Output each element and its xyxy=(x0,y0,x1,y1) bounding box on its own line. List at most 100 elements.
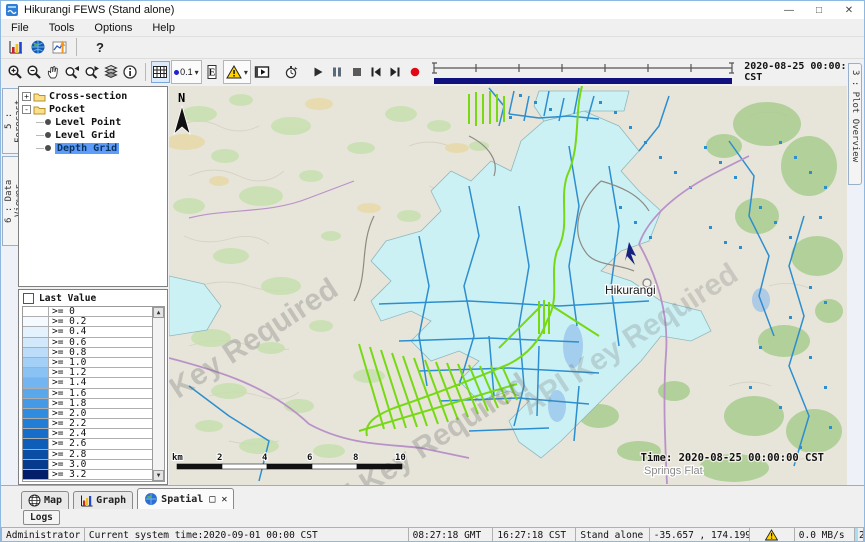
grid-display-button[interactable] xyxy=(151,61,170,83)
status-memory[interactable]: 2.5 GB xyxy=(854,527,864,542)
legend-scrollbar[interactable]: ▲ ▼ xyxy=(152,307,164,481)
chevron-down-icon: ▾ xyxy=(195,68,199,77)
tab-map[interactable]: Map xyxy=(21,491,69,509)
play-button[interactable] xyxy=(309,61,328,83)
collapse-toggle-icon[interactable]: - xyxy=(22,105,31,114)
timeseries-dialog-button[interactable] xyxy=(49,36,71,58)
go-to-start-button[interactable] xyxy=(366,61,385,83)
tree-leaf-level-point[interactable]: Level Point xyxy=(36,116,167,128)
skip-to-start-icon xyxy=(369,65,383,79)
legend-row[interactable]: >= 0.2 xyxy=(23,317,152,327)
tree-leaf-depth-grid[interactable]: Depth Grid xyxy=(36,142,167,154)
legend-row[interactable]: >= 3.0 xyxy=(23,460,152,470)
thresholds-dropdown[interactable]: ▾ xyxy=(223,60,251,84)
legend-row[interactable]: >= 1.2 xyxy=(23,368,152,378)
legend-row-label: >= 0.6 xyxy=(49,338,89,347)
status-warning-cell[interactable] xyxy=(749,527,794,542)
legend-row[interactable]: >= 3.2 xyxy=(23,470,152,480)
menu-help[interactable]: Help xyxy=(142,22,185,34)
legend-row-label: >= 2.6 xyxy=(49,439,89,448)
timeline-slider[interactable] xyxy=(430,61,736,84)
tab-maximize-icon[interactable]: □ xyxy=(209,494,215,505)
pause-button[interactable] xyxy=(328,61,347,83)
help-button[interactable]: ? xyxy=(96,40,104,55)
map-display-button[interactable] xyxy=(27,36,49,58)
tree-leaf-label: Level Grid xyxy=(55,130,115,141)
map-toolbar: 0.1 ▾ E ▾ xyxy=(1,58,864,86)
legend-row[interactable]: >= 2.2 xyxy=(23,419,152,429)
tree-node-label: Cross-section xyxy=(49,91,127,102)
legend-row[interactable]: >= 1.0 xyxy=(23,358,152,368)
pan-button[interactable] xyxy=(44,61,63,83)
legend-row-label: >= 3.0 xyxy=(49,460,89,469)
legend-row[interactable]: >= 0.8 xyxy=(23,348,152,358)
menu-file[interactable]: File xyxy=(1,22,39,34)
legend-color-swatch xyxy=(23,399,49,408)
expand-toggle-icon[interactable]: + xyxy=(22,92,31,101)
status-mode: Stand alone xyxy=(575,527,648,542)
ruler-icon: E xyxy=(204,64,220,80)
legend-row[interactable]: >= 0 xyxy=(23,307,152,317)
zoom-out-button[interactable] xyxy=(24,61,43,83)
scale-ruler-button[interactable]: E xyxy=(203,61,222,83)
next-zoom-button[interactable] xyxy=(82,61,101,83)
previous-zoom-button[interactable] xyxy=(63,61,82,83)
zoom-in-button[interactable] xyxy=(5,61,24,83)
contour-threshold-dropdown[interactable]: 0.1 ▾ xyxy=(171,60,202,84)
scroll-down-icon[interactable]: ▼ xyxy=(153,470,164,481)
svg-text:8: 8 xyxy=(353,453,358,463)
blue-globe-icon xyxy=(144,492,158,506)
scalar-charts-button[interactable] xyxy=(5,36,27,58)
legend-row-label: >= 2.8 xyxy=(49,450,89,459)
legend-row[interactable]: >= 1.8 xyxy=(23,399,152,409)
tab-spatial[interactable]: Spatial □ ✕ xyxy=(137,488,234,509)
logs-button[interactable]: Logs xyxy=(23,510,60,525)
threshold-value: 0.1 xyxy=(180,67,193,77)
scroll-up-icon[interactable]: ▲ xyxy=(153,307,164,318)
tree-leaf-level-grid[interactable]: Level Grid xyxy=(36,129,167,141)
status-download-rate: 0.0 MB/s xyxy=(794,527,854,542)
layers-button[interactable] xyxy=(101,61,120,83)
menu-options[interactable]: Options xyxy=(84,22,142,34)
legend-color-swatch xyxy=(23,470,49,479)
legend-row-label: >= 2.4 xyxy=(49,429,89,438)
go-to-end-button[interactable] xyxy=(386,61,405,83)
legend-row[interactable]: >= 1.6 xyxy=(23,389,152,399)
legend-row-label: >= 0.4 xyxy=(49,327,89,336)
legend-row[interactable]: >= 2.8 xyxy=(23,450,152,460)
close-button[interactable]: ✕ xyxy=(834,1,864,19)
legend-row-label: >= 0.8 xyxy=(49,348,89,357)
tab-plot-overview[interactable]: 3 : Plot Overview xyxy=(848,63,862,185)
svg-text:km: km xyxy=(172,453,183,463)
tree-node-cross-section[interactable]: + Cross-section xyxy=(22,90,167,102)
tree-leaf-label-selected: Depth Grid xyxy=(55,143,119,154)
record-button[interactable] xyxy=(405,61,424,83)
animation-player-button[interactable] xyxy=(252,61,271,83)
application-window: Hikurangi FEWS (Stand alone) — □ ✕ File … xyxy=(0,0,865,542)
tree-node-pocket[interactable]: - Pocket xyxy=(22,103,167,115)
legend-row[interactable]: >= 2.6 xyxy=(23,439,152,449)
legend-row[interactable]: >= 0.4 xyxy=(23,327,152,337)
legend-row[interactable]: >= 1.4 xyxy=(23,378,152,388)
info-button[interactable] xyxy=(121,61,140,83)
legend-color-swatch xyxy=(23,429,49,438)
legend-row[interactable]: >= 2.0 xyxy=(23,409,152,419)
tree-node-label: Pocket xyxy=(49,104,85,115)
menu-tools[interactable]: Tools xyxy=(39,22,85,34)
minimize-button[interactable]: — xyxy=(774,1,804,19)
pause-icon xyxy=(330,65,344,79)
menu-bar: File Tools Options Help xyxy=(1,19,864,37)
stop-button[interactable] xyxy=(347,61,366,83)
zoom-in-icon xyxy=(7,64,23,80)
skip-to-end-icon xyxy=(388,65,402,79)
map-canvas[interactable]: Hikurangi Springs Flat API Key Required … xyxy=(169,86,847,485)
legend-color-swatch xyxy=(23,358,49,367)
legend-row[interactable]: >= 0.6 xyxy=(23,338,152,348)
last-value-checkbox[interactable] xyxy=(23,293,34,304)
export-animation-button[interactable] xyxy=(281,61,300,83)
tab-close-icon[interactable]: ✕ xyxy=(221,494,227,505)
title-bar[interactable]: Hikurangi FEWS (Stand alone) — □ ✕ xyxy=(1,1,864,19)
tab-graph[interactable]: Graph xyxy=(73,491,133,509)
legend-row[interactable]: >= 2.4 xyxy=(23,429,152,439)
maximize-button[interactable]: □ xyxy=(804,1,834,19)
